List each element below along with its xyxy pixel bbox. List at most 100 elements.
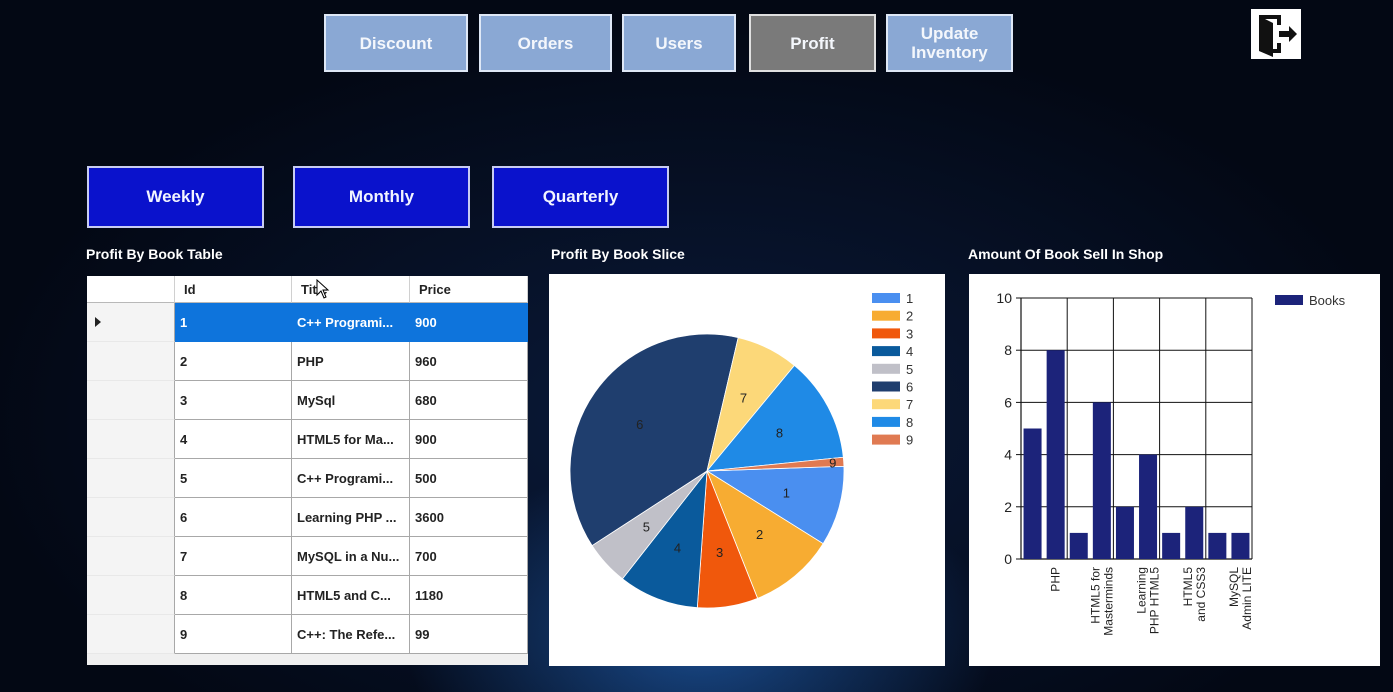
row-header[interactable]: [87, 615, 175, 654]
pie-slice-label: 3: [716, 545, 723, 560]
orders-button[interactable]: Orders: [479, 14, 612, 72]
table-cell-id[interactable]: 2: [175, 342, 292, 381]
legend-label: 4: [906, 344, 913, 359]
pie-slice-label: 1: [783, 485, 790, 500]
quarterly-button[interactable]: Quarterly: [492, 166, 669, 228]
bar-section-title: Amount Of Book Sell In Shop: [968, 246, 1164, 262]
legend-swatch: [872, 381, 900, 392]
bar[interactable]: [1162, 532, 1181, 559]
legend-swatch: [1275, 295, 1303, 305]
table-cell-price[interactable]: 500: [410, 459, 528, 498]
table-cell-title[interactable]: Learning PHP ...: [292, 498, 410, 537]
users-button[interactable]: Users: [622, 14, 736, 72]
bar[interactable]: [1092, 402, 1111, 559]
y-tick-label: 6: [1004, 394, 1012, 410]
y-tick-label: 4: [1004, 447, 1012, 463]
column-header-title[interactable]: Title: [292, 276, 410, 303]
legend-swatch: [872, 434, 900, 445]
table-cell-id[interactable]: 7: [175, 537, 292, 576]
table-cell-price[interactable]: 680: [410, 381, 528, 420]
table-cell-id[interactable]: 9: [175, 615, 292, 654]
legend-swatch: [872, 328, 900, 339]
legend-swatch: [872, 293, 900, 303]
table-cell-price[interactable]: 700: [410, 537, 528, 576]
legend-swatch: [872, 363, 900, 374]
legend-label: 6: [906, 380, 913, 395]
pie-section-title: Profit By Book Slice: [551, 246, 685, 262]
table-corner-header: [87, 276, 175, 303]
x-tick-label: HTML5: [1181, 567, 1195, 607]
profit-button[interactable]: Profit: [749, 14, 876, 72]
x-tick-label-group: PHP: [1049, 567, 1063, 592]
bar[interactable]: [1139, 454, 1158, 559]
row-header[interactable]: [87, 303, 175, 342]
legend-swatch: [872, 416, 900, 427]
bar[interactable]: [1231, 532, 1250, 559]
bar[interactable]: [1046, 350, 1065, 559]
bar-chart-panel: 0 2 4 6 8 10 PHP HTML5 for Masterminds Learning PH…: [969, 274, 1380, 666]
row-header[interactable]: [87, 576, 175, 615]
legend-label: 7: [906, 397, 913, 412]
weekly-button[interactable]: Weekly: [87, 166, 264, 228]
table-cell-id[interactable]: 4: [175, 420, 292, 459]
table-cell-price[interactable]: 960: [410, 342, 528, 381]
table-cell-price[interactable]: 900: [410, 420, 528, 459]
table-cell-price[interactable]: 900: [410, 303, 528, 342]
profit-table[interactable]: Id Title Price 1 C++ Programi... 900 2 PHP 96…: [87, 276, 528, 665]
column-header-price[interactable]: Price: [410, 276, 528, 303]
legend-label: 5: [906, 362, 913, 377]
table-cell-id[interactable]: 5: [175, 459, 292, 498]
legend-swatch: [872, 399, 900, 410]
table-cell-id[interactable]: 3: [175, 381, 292, 420]
row-header[interactable]: [87, 459, 175, 498]
table-cell-price[interactable]: 3600: [410, 498, 528, 537]
table-cell-id[interactable]: 6: [175, 498, 292, 537]
x-tick-label: Admin LITE: [1240, 567, 1254, 630]
table-cell-title[interactable]: PHP: [292, 342, 410, 381]
table-section-title: Profit By Book Table: [86, 246, 223, 262]
x-tick-label: Masterminds: [1101, 567, 1115, 636]
bar[interactable]: [1185, 506, 1204, 559]
legend-swatch: [872, 346, 900, 357]
pie-chart: 1 2 3 4 5 6 7 8 9 1 2 3 4 5 6 7 8 9: [569, 291, 913, 609]
row-header[interactable]: [87, 537, 175, 576]
bar[interactable]: [1208, 532, 1227, 559]
column-header-id[interactable]: Id: [175, 276, 292, 303]
table-cell-id[interactable]: 1: [175, 303, 292, 342]
bar[interactable]: [1115, 506, 1134, 559]
row-header[interactable]: [87, 342, 175, 381]
table-cell-title[interactable]: C++ Programi...: [292, 303, 410, 342]
y-tick-label: 10: [996, 290, 1012, 306]
legend-label: 3: [906, 326, 913, 341]
logout-icon: [1259, 15, 1297, 57]
update-inventory-button[interactable]: Update Inventory: [886, 14, 1013, 72]
table-cell-title[interactable]: HTML5 and C...: [292, 576, 410, 615]
pie-slice-label: 2: [756, 527, 763, 542]
pie-slice-label: 9: [829, 455, 836, 470]
bar[interactable]: [1023, 428, 1042, 560]
logout-button[interactable]: [1251, 9, 1301, 59]
pie-slice-label: 7: [740, 390, 747, 405]
row-header[interactable]: [87, 498, 175, 537]
bar[interactable]: [1069, 532, 1088, 559]
x-tick-label: and CSS3: [1194, 567, 1208, 622]
x-tick-label-group: HTML5 and CSS3: [1181, 567, 1208, 622]
table-cell-title[interactable]: MySQL in a Nu...: [292, 537, 410, 576]
table-cell-id[interactable]: 8: [175, 576, 292, 615]
mouse-cursor-icon: [316, 279, 330, 299]
row-header[interactable]: [87, 420, 175, 459]
table-cell-price[interactable]: 1180: [410, 576, 528, 615]
x-tick-label: Learning: [1135, 567, 1149, 614]
row-header[interactable]: [87, 381, 175, 420]
update-inventory-label-line2: Inventory: [911, 43, 988, 62]
x-tick-label-group: MySQL Admin LITE: [1227, 567, 1254, 630]
legend-label: Books: [1309, 293, 1346, 308]
discount-button[interactable]: Discount: [324, 14, 468, 72]
pie-slice-label: 8: [776, 425, 783, 440]
table-cell-title[interactable]: MySql: [292, 381, 410, 420]
table-cell-title[interactable]: C++ Programi...: [292, 459, 410, 498]
table-cell-price[interactable]: 99: [410, 615, 528, 654]
table-cell-title[interactable]: HTML5 for Ma...: [292, 420, 410, 459]
table-cell-title[interactable]: C++: The Refe...: [292, 615, 410, 654]
monthly-button[interactable]: Monthly: [293, 166, 470, 228]
